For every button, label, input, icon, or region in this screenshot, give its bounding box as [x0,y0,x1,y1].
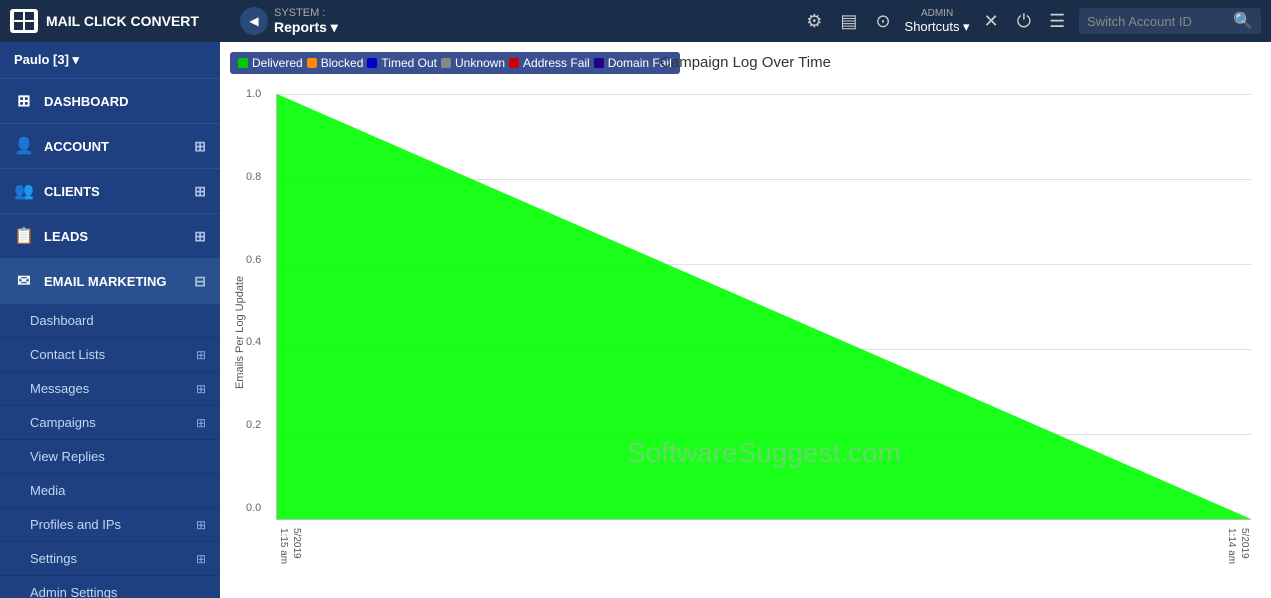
campaigns-expand-icon: ⊞ [196,416,206,430]
sub-item-label: View Replies [30,449,105,464]
dollar-icon[interactable]: ⊙ [871,7,894,36]
clients-expand-icon: ⊞ [194,183,206,200]
y-tick-1: 1.0 [246,88,261,100]
legend-blocked: Blocked [307,56,364,70]
domain-fail-dot [594,58,604,68]
legend-delivered: Delivered [238,56,303,70]
admin-section: ADMIN Shortcuts ▾ [905,8,970,35]
account-icon: 👤 [14,136,34,156]
sub-item-label: Dashboard [30,313,94,328]
y-axis-label: Emails Per Log Update [230,84,246,580]
y-tick-02: 0.2 [246,419,261,431]
user-label: Paulo [3] ▾ [14,52,79,68]
chart-container: Delivered Blocked Timed Out Unknown Addr… [220,42,1271,598]
chart-svg [277,94,1251,519]
contact-lists-expand-icon: ⊞ [196,348,206,362]
leads-icon: 📋 [14,226,34,246]
chart-title: Campaign Log Over Time [660,54,831,71]
timed-out-label: Timed Out [381,56,437,70]
sidebar-item-label: EMAIL MARKETING [44,274,184,289]
top-nav: MAIL CLICK CONVERT ◀ SYSTEM : Reports ▾ … [0,0,1271,42]
logo-text: MAIL CLICK CONVERT [46,13,199,29]
list-icon[interactable]: ▤ [836,7,861,36]
sub-item-label: Settings [30,551,77,566]
sidebar-sub-item-settings[interactable]: Settings ⊞ [0,542,220,576]
search-container: 🔍 [1079,8,1261,34]
leads-expand-icon: ⊞ [194,228,206,245]
sidebar-sub-item-view-replies[interactable]: View Replies [0,440,220,474]
y-tick-06: 0.6 [246,254,261,266]
sidebar-user[interactable]: Paulo [3] ▾ [0,42,220,79]
shortcuts-button[interactable]: Shortcuts ▾ [905,19,970,35]
sub-item-label: Messages [30,381,89,396]
search-input[interactable] [1087,14,1227,29]
y-tick-08: 0.8 [246,171,261,183]
content-area: Delivered Blocked Timed Out Unknown Addr… [220,42,1271,598]
settings-expand-icon: ⊞ [196,552,206,566]
sidebar-sub-item-profiles-ips[interactable]: Profiles and IPs ⊞ [0,508,220,542]
sub-item-label: Admin Settings [30,585,117,598]
sidebar-item-leads[interactable]: 📋 LEADS ⊞ [0,214,220,259]
logo: MAIL CLICK CONVERT [10,9,230,33]
back-button[interactable]: ◀ [240,7,268,35]
legend-timed-out: Timed Out [367,56,437,70]
sub-item-label: Contact Lists [30,347,105,362]
profiles-expand-icon: ⊞ [196,518,206,532]
unknown-dot [441,58,451,68]
sub-item-label: Profiles and IPs [30,517,121,532]
sidebar-item-clients[interactable]: 👥 CLIENTS ⊞ [0,169,220,214]
y-tick-00: 0.0 [246,502,261,514]
account-expand-icon: ⊞ [194,138,206,155]
reports-button[interactable]: Reports ▾ [274,19,338,36]
admin-label: ADMIN [921,8,953,19]
messages-expand-icon: ⊞ [196,382,206,396]
cross-icon[interactable]: ✕ [980,7,1003,36]
sub-item-label: Media [30,483,65,498]
chart-legend: Delivered Blocked Timed Out Unknown Addr… [230,52,680,74]
system-section: ◀ SYSTEM : Reports ▾ [240,7,338,36]
delivered-dot [238,58,248,68]
sidebar-item-label: CLIENTS [44,184,184,199]
blocked-dot [307,58,317,68]
sidebar-sub-item-contact-lists[interactable]: Contact Lists ⊞ [0,338,220,372]
x-tick-left: 5/20191:15 am [277,528,303,564]
sidebar-item-account[interactable]: 👤 ACCOUNT ⊞ [0,124,220,169]
clients-icon: 👥 [14,181,34,201]
chart-wrapper: Emails Per Log Update 1.0 0.8 0.6 0.4 0.… [230,84,1251,580]
email-expand-icon: ⊟ [194,273,206,290]
sidebar: Paulo [3] ▾ ⊞ DASHBOARD 👤 ACCOUNT ⊞ 👥 CL… [0,42,220,598]
y-tick-04: 0.4 [246,336,261,348]
sidebar-item-email-marketing[interactable]: ✉ EMAIL MARKETING ⊟ [0,259,220,304]
sidebar-item-label: LEADS [44,229,184,244]
sub-item-label: Campaigns [30,415,96,430]
sidebar-sub-item-messages[interactable]: Messages ⊞ [0,372,220,406]
unknown-label: Unknown [455,56,505,70]
sidebar-sub-item-media[interactable]: Media [0,474,220,508]
address-fail-label: Address Fail [523,56,590,70]
gear-icon[interactable]: ⚙ [802,7,826,36]
address-fail-dot [509,58,519,68]
sidebar-sub-item-admin-settings[interactable]: Admin Settings [0,576,220,598]
logo-icon [10,9,38,33]
sidebar-item-dashboard[interactable]: ⊞ DASHBOARD [0,79,220,124]
menu-icon[interactable]: ☰ [1045,7,1069,36]
sidebar-item-label: DASHBOARD [44,94,206,109]
email-icon: ✉ [14,271,34,291]
sidebar-item-label: ACCOUNT [44,139,184,154]
timed-out-dot [367,58,377,68]
power-icon[interactable]: ⏻ [1013,7,1035,36]
legend-address-fail: Address Fail [509,56,590,70]
sidebar-sub-item-campaigns[interactable]: Campaigns ⊞ [0,406,220,440]
x-tick-right: 5/20191:14 am [1225,528,1251,564]
legend-unknown: Unknown [441,56,505,70]
main-layout: Paulo [3] ▾ ⊞ DASHBOARD 👤 ACCOUNT ⊞ 👥 CL… [0,42,1271,598]
search-icon[interactable]: 🔍 [1233,11,1253,31]
blocked-label: Blocked [321,56,364,70]
sidebar-sub-item-dashboard[interactable]: Dashboard [0,304,220,338]
system-label: SYSTEM : [274,7,338,19]
dashboard-icon: ⊞ [14,91,34,111]
delivered-label: Delivered [252,56,303,70]
